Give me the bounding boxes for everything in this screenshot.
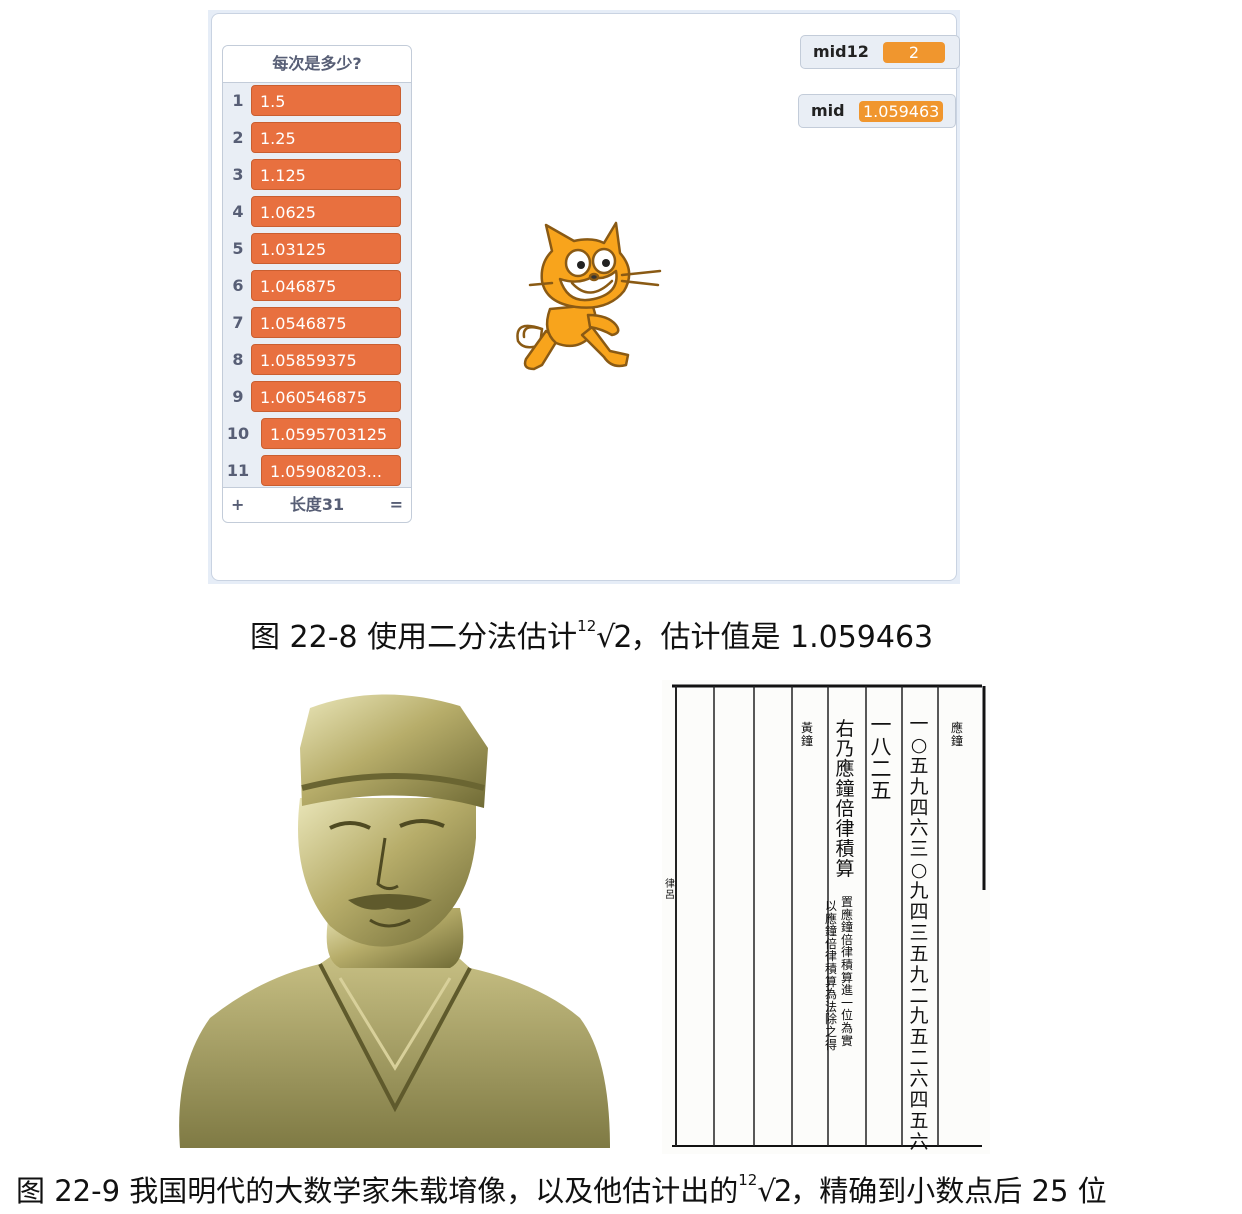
figure-caption-22-8: 图 22-8 使用二分法估计12√2，估计值是 1.059463 <box>250 612 933 656</box>
variable-monitor-mid12[interactable]: mid12 2 <box>800 35 960 69</box>
list-body[interactable]: 1 1.5 2 1.25 3 1.125 4 1.0625 5 1.03125 6 1.046875 7… <box>223 83 411 488</box>
variable-name: mid12 <box>813 42 869 61</box>
manuscript-label-huangzhong: 黃鐘 <box>800 721 813 748</box>
list-item-index: 6 <box>232 276 244 295</box>
manuscript-note-a: 置應鐘倍律積算進一位為實 <box>840 895 853 1048</box>
list-item-value[interactable]: 1.060546875 <box>251 381 401 412</box>
scratch-stage-frame: 每次是多少? 1 1.5 2 1.25 3 1.125 4 1.0625 5 1.03125 6 1.… <box>208 10 960 584</box>
list-item-index: 4 <box>232 202 244 221</box>
manuscript-label-yingzhong: 應鐘 <box>950 721 963 748</box>
manuscript-note-b: 以應鐘倍律積算為法除之得 <box>824 899 837 1052</box>
caption-prefix: 图 22-9 我国明代的大数学家朱载堉像，以及他估计出的 <box>16 1174 739 1208</box>
list-item[interactable]: 11 1.05908203... <box>223 453 411 487</box>
manuscript-page-image: 應鐘 一 ○ 五九四六三 ○ 九四三五九二九五二六四五六 一八二五 右乃應鐘倍律積算 置… <box>662 680 990 1154</box>
list-item[interactable]: 6 1.046875 <box>223 268 411 302</box>
list-item-value[interactable]: 1.25 <box>251 122 401 153</box>
list-item[interactable]: 7 1.0546875 <box>223 305 411 339</box>
figure-caption-22-9: 图 22-9 我国明代的大数学家朱载堉像，以及他估计出的12√2，精确到小数点后… <box>16 1168 1107 1210</box>
list-item-index: 9 <box>232 387 244 406</box>
manuscript-margin-marks: 律呂 <box>665 879 675 901</box>
scratch-cat-sprite[interactable] <box>512 219 664 379</box>
list-item-index: 7 <box>232 313 244 332</box>
variable-value: 2 <box>883 42 945 63</box>
list-item[interactable]: 4 1.0625 <box>223 194 411 228</box>
list-item-index: 10 <box>226 424 250 443</box>
list-item-value[interactable]: 1.5 <box>251 85 401 116</box>
root-index: 12 <box>577 617 597 635</box>
list-item-index: 3 <box>232 165 244 184</box>
list-footer: + 长度31 = <box>223 487 411 522</box>
caption-suffix: ，精确到小数点后 25 位 <box>790 1174 1107 1208</box>
root-body: √2 <box>596 620 632 655</box>
list-item-index: 8 <box>232 350 244 369</box>
list-monitor[interactable]: 每次是多少? 1 1.5 2 1.25 3 1.125 4 1.0625 5 1.03125 6 1.… <box>222 45 412 523</box>
list-item-value[interactable]: 1.046875 <box>251 270 401 301</box>
scratch-stage: 每次是多少? 1 1.5 2 1.25 3 1.125 4 1.0625 5 1.03125 6 1.… <box>211 13 960 581</box>
list-item-value[interactable]: 1.0595703125 <box>261 418 401 449</box>
list-item[interactable]: 5 1.03125 <box>223 231 411 265</box>
variable-value: 1.059463 <box>859 101 943 122</box>
list-item[interactable]: 2 1.25 <box>223 120 411 154</box>
list-item[interactable]: 3 1.125 <box>223 157 411 191</box>
list-item[interactable]: 10 1.0595703125 <box>223 416 411 450</box>
manuscript-number-column: 一八二五 <box>870 713 892 804</box>
variable-monitor-mid[interactable]: mid 1.059463 <box>798 94 956 128</box>
list-title: 每次是多少? <box>223 46 411 83</box>
list-item[interactable]: 8 1.05859375 <box>223 342 411 376</box>
root-index: 12 <box>738 1171 758 1189</box>
list-length: 长度31 <box>289 495 345 514</box>
manuscript-digits-column: 一 ○ 五九四六三 ○ 九四三五九二九五二六四五六 <box>909 713 929 1153</box>
list-item-value[interactable]: 1.0625 <box>251 196 401 227</box>
root-body: √2 <box>757 1174 792 1208</box>
variable-name: mid <box>811 101 845 120</box>
list-item[interactable]: 1 1.5 <box>223 83 411 117</box>
manuscript-main-column: 右乃應鐘倍律積算 <box>835 718 855 880</box>
list-item-index: 11 <box>226 461 250 480</box>
list-item-value[interactable]: 1.03125 <box>251 233 401 264</box>
list-item-value[interactable]: 1.05908203... <box>261 455 401 486</box>
list-item-index: 1 <box>232 91 244 110</box>
list-item-value[interactable]: 1.05859375 <box>251 344 401 375</box>
caption-suffix: ，估计值是 1.059463 <box>630 620 934 655</box>
zhu-zaiyu-bust-image <box>179 694 610 1148</box>
list-item-value[interactable]: 1.125 <box>251 159 401 190</box>
list-item-index: 5 <box>232 239 244 258</box>
list-item-value[interactable]: 1.0546875 <box>251 307 401 338</box>
caption-prefix: 图 22-8 使用二分法估计 <box>250 620 578 655</box>
list-item[interactable]: 9 1.060546875 <box>223 379 411 413</box>
resize-handle[interactable]: = <box>390 488 403 522</box>
list-item-index: 2 <box>232 128 244 147</box>
